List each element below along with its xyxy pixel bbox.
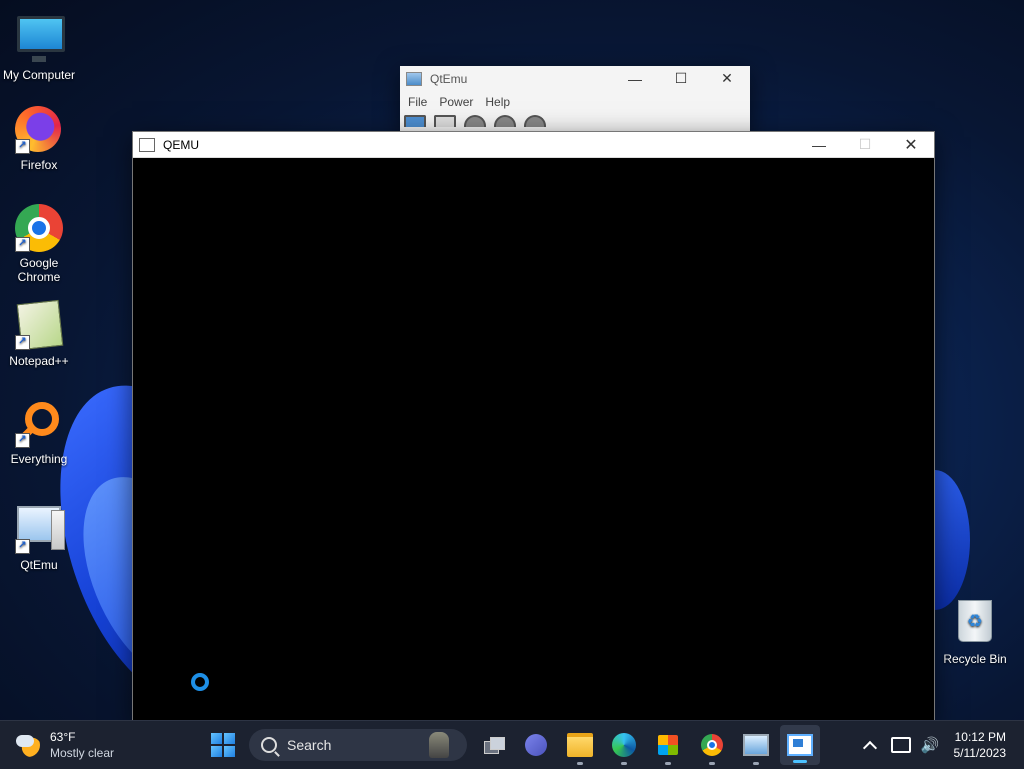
search-label: Search (287, 737, 332, 753)
clock[interactable]: 10:12 PM 5/11/2023 (954, 729, 1007, 761)
weather-icon (16, 733, 40, 757)
search-icon (261, 737, 277, 753)
desktop-icon-label: Everything (10, 452, 68, 466)
maximize-button: ☐ (858, 136, 872, 152)
start-button[interactable] (211, 733, 235, 757)
shortcut-arrow-icon: ↗ (15, 237, 30, 252)
weather-widget[interactable]: 63°F Mostly clear (16, 729, 114, 761)
taskbar-qemu[interactable] (780, 725, 820, 765)
desktop-icon-my-computer[interactable]: My Computer (2, 10, 76, 82)
taskbar-edge[interactable] (608, 729, 640, 765)
task-view-icon (484, 737, 505, 754)
store-icon (658, 735, 678, 755)
start-machine-icon[interactable] (464, 115, 486, 127)
menu-file[interactable]: File (402, 95, 433, 109)
everything-search-icon: ↗ (15, 400, 63, 448)
qtemu-window[interactable]: QtEmu — ☐ ✕ File Power Help (400, 66, 750, 136)
taskbar-chrome[interactable] (696, 729, 728, 765)
taskbar: 63°F Mostly clear Search 🔊 10:12 PM 5/11… (0, 720, 1024, 769)
shortcut-arrow-icon: ↗ (15, 335, 30, 350)
qtemu-toolbar (400, 113, 750, 127)
search-highlight-icon (429, 732, 449, 758)
qemu-app-icon (139, 137, 155, 152)
notepad-plus-plus-icon: ↗ (15, 299, 64, 351)
minimize-button[interactable]: — (796, 132, 842, 157)
desktop-icon-everything[interactable]: ↗ Everything (2, 400, 76, 466)
volume-icon[interactable]: 🔊 (921, 736, 940, 754)
weather-temp: 63°F (50, 730, 76, 744)
clock-date: 5/11/2023 (953, 746, 1007, 760)
taskbar-teams[interactable] (520, 729, 552, 761)
edge-icon (612, 733, 636, 757)
desktop-icon-qtemu[interactable]: ↗ QtEmu (2, 498, 76, 572)
taskbar-qtemu[interactable] (740, 729, 772, 765)
desktop-icon-google-chrome[interactable]: ↗ Google Chrome (2, 204, 76, 284)
folder-icon (567, 733, 593, 757)
qtemu-icon (743, 734, 769, 756)
stop-machine-icon[interactable] (494, 115, 516, 127)
shortcut-arrow-icon: ↗ (15, 433, 30, 448)
qemu-window-title: QEMU (163, 137, 199, 152)
desktop-icon-label: Google Chrome (17, 256, 61, 284)
desktop-icon-label: Notepad++ (9, 354, 69, 368)
settings-icon[interactable] (434, 115, 456, 127)
system-tray: 🔊 10:12 PM 5/11/2023 (862, 721, 1024, 769)
monitor-icon (15, 16, 65, 64)
qtemu-icon: ↗ (15, 506, 65, 554)
teams-meet-icon (525, 734, 547, 756)
qtemu-app-icon (406, 71, 422, 86)
close-button[interactable]: ✕ (704, 66, 750, 91)
maximize-button[interactable]: ☐ (658, 66, 704, 91)
desktop-icon-recycle-bin[interactable]: ♻ Recycle Bin (938, 596, 1012, 666)
weather-condition: Mostly clear (50, 746, 115, 760)
qemu-icon (787, 734, 813, 756)
desktop-icon-notepad-plus-plus[interactable]: ↗ Notepad++ (2, 299, 76, 368)
taskbar-store[interactable] (652, 729, 684, 765)
qemu-titlebar[interactable]: QEMU — ☐ ✕ (133, 132, 934, 158)
chrome-icon (701, 734, 723, 756)
firefox-icon: ↗ (15, 106, 63, 154)
desktop-icon-label: My Computer (2, 68, 76, 82)
desktop-icon-label: Firefox (20, 158, 58, 172)
new-machine-icon[interactable] (404, 115, 426, 127)
qtemu-window-title: QtEmu (430, 71, 468, 86)
taskbar-task-view[interactable] (478, 729, 510, 761)
network-icon[interactable] (890, 737, 911, 753)
shortcut-arrow-icon: ↗ (15, 139, 30, 154)
reset-machine-icon[interactable] (524, 115, 546, 127)
taskbar-file-explorer[interactable] (564, 729, 596, 765)
desktop-icon-firefox[interactable]: ↗ Firefox (2, 106, 76, 172)
desktop-icon-label: QtEmu (20, 558, 58, 572)
recycle-bin-icon: ♻ (951, 600, 999, 648)
menu-power[interactable]: Power (433, 95, 479, 109)
chrome-icon: ↗ (15, 204, 63, 252)
desktop-icon-label: Recycle Bin (943, 652, 1007, 666)
qtemu-menubar: File Power Help (400, 91, 750, 113)
clock-time: 10:12 PM (954, 730, 1006, 744)
minimize-button[interactable]: — (612, 66, 658, 91)
vm-display[interactable] (133, 157, 934, 722)
menu-help[interactable]: Help (479, 95, 516, 109)
qtemu-titlebar[interactable]: QtEmu — ☐ ✕ (400, 66, 750, 91)
close-button[interactable]: ✕ (888, 132, 934, 157)
taskbar-search[interactable]: Search (249, 729, 467, 761)
qemu-window[interactable]: QEMU — ☐ ✕ (132, 131, 935, 723)
loading-spinner-icon (191, 673, 209, 691)
chevron-up-icon[interactable] (862, 740, 877, 756)
shortcut-arrow-icon: ↗ (15, 539, 30, 554)
